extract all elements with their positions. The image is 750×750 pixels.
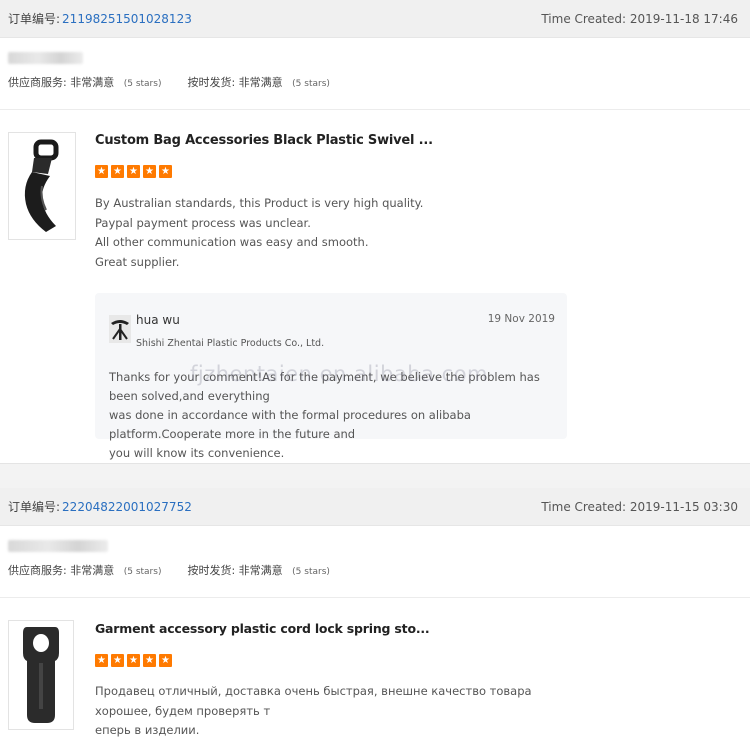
buyer-block: 供应商服务: 非常满意 (5 stars) 按时发货: 非常满意 (5 star… — [0, 38, 750, 110]
reply-company: Shishi Zhentai Plastic Products Co., Ltd… — [136, 338, 325, 349]
reply-author-name: hua wu — [136, 313, 180, 327]
product-title[interactable]: Garment accessory plastic cord lock spri… — [95, 621, 430, 636]
star-icon: ★ — [127, 654, 140, 667]
buyer-name-blurred — [8, 540, 108, 552]
reply-text: Thanks for your comment!As for the payme… — [109, 368, 559, 463]
on-time-rating: 按时发货: 非常满意 (5 stars) — [187, 74, 329, 90]
on-time-label: 按时发货: — [187, 564, 236, 577]
star-icon: ★ — [95, 654, 108, 667]
section-divider — [0, 463, 750, 488]
on-time-value: 非常满意 — [238, 76, 283, 89]
time-created: Time Created: 2019-11-18 17:46 — [541, 11, 738, 26]
review-line: All other communication was easy and smo… — [95, 235, 369, 249]
order-card: 订单编号: 21198251501028123 Time Created: 201… — [0, 0, 750, 460]
on-time-rating: 按时发货: 非常满意 (5 stars) — [187, 562, 329, 578]
supplier-service-value: 非常满意 — [70, 76, 115, 89]
product-title[interactable]: Custom Bag Accessories Black Plastic Swi… — [95, 133, 433, 148]
order-number-link[interactable]: 22204822001027752 — [62, 500, 192, 514]
time-created: Time Created: 2019-11-15 03:30 — [541, 499, 738, 514]
ratings-line: 供应商服务: 非常满意 (5 stars) 按时发货: 非常满意 (5 star… — [8, 562, 742, 578]
star-icon: ★ — [159, 654, 172, 667]
ratings-line: 供应商服务: 非常满意 (5 stars) 按时发货: 非常满意 (5 star… — [8, 74, 742, 90]
swivel-hook-image — [24, 139, 59, 232]
order-header: 订单编号: 22204822001027752 Time Created: 201… — [0, 488, 750, 526]
reply-date: 19 Nov 2019 — [487, 313, 555, 325]
star-icon: ★ — [143, 165, 156, 178]
supplier-avatar-icon — [109, 315, 131, 343]
star-icon: ★ — [143, 654, 156, 667]
review-line: Продавец отличный, доставка очень быстра… — [95, 684, 532, 718]
order-number: 订单编号: 21198251501028123 — [8, 10, 192, 27]
review-line: Paypal payment process was unclear. — [95, 215, 311, 230]
product-thumbnail[interactable] — [8, 620, 74, 730]
on-time-stars: (5 stars) — [292, 567, 330, 577]
supplier-service-rating: 供应商服务: 非常满意 (5 stars) — [8, 74, 161, 90]
buyer-name-blurred — [8, 52, 83, 64]
supplier-service-value: 非常满意 — [70, 564, 115, 577]
order-number-label: 订单编号: — [8, 500, 61, 514]
supplier-service-label: 供应商服务: — [8, 564, 67, 577]
supplier-service-label: 供应商服务: — [8, 76, 67, 89]
reply-line: Thanks for your comment!As for the payme… — [109, 370, 540, 403]
cord-lock-image — [23, 627, 59, 723]
product-review: Garment accessory plastic cord lock spri… — [0, 598, 750, 738]
supplier-reply: hua wu Shishi Zhentai Plastic Products C… — [95, 293, 567, 460]
review-text: By Australian standards, this Product is… — [95, 194, 423, 272]
review-text: Продавец отличный, доставка очень быстра… — [95, 682, 565, 741]
reply-line: you will know its convenience. — [109, 446, 285, 460]
on-time-stars: (5 stars) — [292, 79, 330, 89]
review-line: еперь в изделии. — [95, 723, 200, 737]
product-review: Custom Bag Accessories Black Plastic Swi… — [0, 110, 750, 460]
order-number: 订单编号: 22204822001027752 — [8, 498, 192, 515]
star-icon: ★ — [111, 654, 124, 667]
product-thumbnail[interactable] — [8, 132, 76, 240]
reply-line: was done in accordance with the formal p… — [109, 408, 471, 441]
order-card: 订单编号: 22204822001027752 Time Created: 201… — [0, 488, 750, 738]
star-icon: ★ — [159, 165, 172, 178]
order-number-link[interactable]: 21198251501028123 — [62, 12, 192, 26]
on-time-value: 非常满意 — [238, 564, 283, 577]
review-star-rating: ★ ★ ★ ★ ★ — [95, 165, 172, 178]
star-icon: ★ — [95, 165, 108, 178]
supplier-service-stars: (5 stars) — [123, 79, 162, 89]
on-time-label: 按时发货: — [187, 76, 236, 89]
supplier-service-rating: 供应商服务: 非常满意 (5 stars) — [8, 562, 161, 578]
star-icon: ★ — [127, 165, 140, 178]
supplier-service-stars: (5 stars) — [123, 567, 162, 577]
review-line: Great supplier. — [95, 254, 180, 269]
review-line: By Australian standards, this Product is… — [95, 196, 424, 210]
order-number-label: 订单编号: — [8, 12, 61, 26]
buyer-block: 供应商服务: 非常满意 (5 stars) 按时发货: 非常满意 (5 star… — [0, 526, 750, 598]
order-header: 订单编号: 21198251501028123 Time Created: 201… — [0, 0, 750, 38]
star-icon: ★ — [111, 165, 124, 178]
review-star-rating: ★ ★ ★ ★ ★ — [95, 654, 172, 667]
